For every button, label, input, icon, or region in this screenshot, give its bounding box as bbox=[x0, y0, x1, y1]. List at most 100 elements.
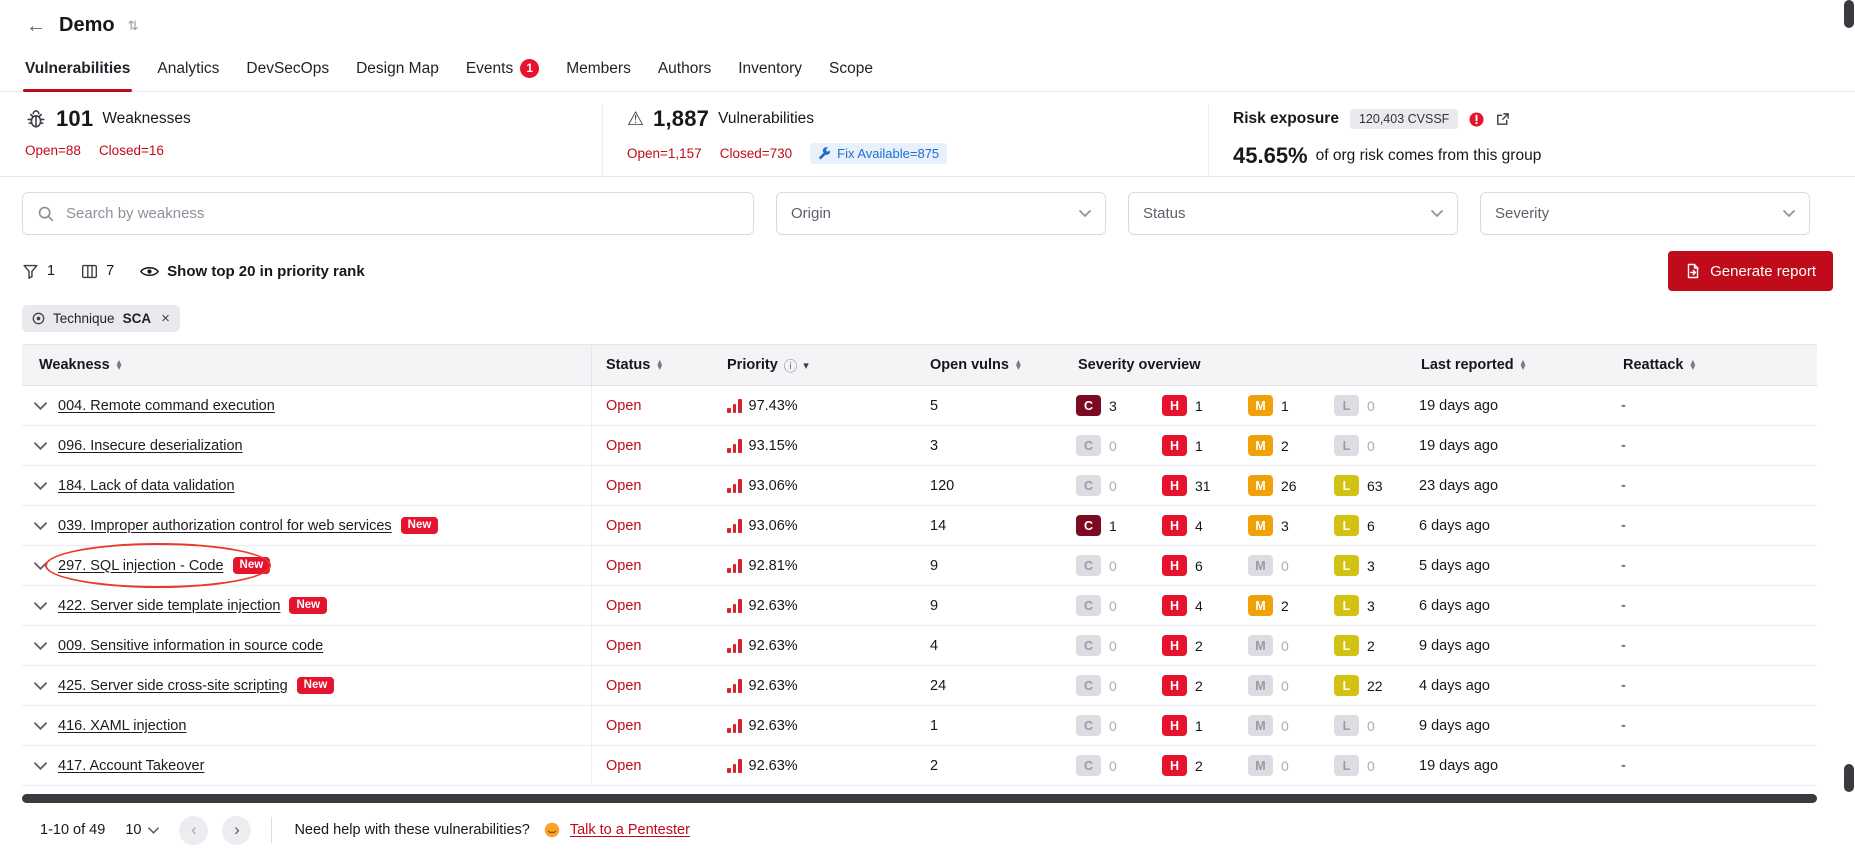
row-expander[interactable] bbox=[22, 466, 58, 505]
weakness-link[interactable]: 297. SQL injection - Code bbox=[58, 558, 224, 574]
weaknesses-label: Weaknesses bbox=[102, 110, 191, 127]
open-vulns-value: 24 bbox=[930, 677, 947, 694]
back-button[interactable]: ← bbox=[26, 16, 46, 36]
row-expander[interactable] bbox=[22, 386, 58, 425]
weakness-cell: 096. Insecure deserialization bbox=[58, 426, 592, 465]
vulnerabilities-label: Vulnerabilities bbox=[718, 110, 815, 127]
severity-cell: C0H6M0L3 bbox=[1076, 555, 1419, 576]
weakness-link[interactable]: 422. Server side template injection bbox=[58, 598, 280, 614]
reattack-value: - bbox=[1621, 637, 1626, 654]
priority-bars-icon bbox=[727, 478, 742, 493]
vertical-scrollbar-thumb[interactable] bbox=[1844, 0, 1854, 28]
row-expander[interactable] bbox=[22, 746, 58, 785]
footer-divider bbox=[271, 817, 273, 843]
tab-inventory[interactable]: Inventory bbox=[738, 46, 802, 91]
column-header-open-vulns[interactable]: Open vulns ▴ ▾ bbox=[928, 345, 1076, 385]
weakness-link[interactable]: 009. Sensitive information in source cod… bbox=[58, 638, 323, 654]
tab-label: Scope bbox=[829, 59, 873, 77]
severity-badge-l: L bbox=[1334, 435, 1359, 456]
show-top-20-toggle[interactable]: Show top 20 in priority rank bbox=[140, 263, 365, 280]
severity-count-c: 0 bbox=[1109, 677, 1117, 694]
previous-page-button[interactable]: ‹ bbox=[179, 815, 209, 845]
search-input[interactable] bbox=[64, 204, 739, 223]
severity-count-m: 3 bbox=[1281, 517, 1289, 534]
row-expander[interactable] bbox=[22, 506, 58, 545]
warning-icon: ⚠ bbox=[627, 108, 645, 130]
severity-count-c: 0 bbox=[1109, 597, 1117, 614]
tab-design-map[interactable]: Design Map bbox=[356, 46, 439, 91]
severity-group-l: L2 bbox=[1334, 635, 1420, 656]
page-size-select[interactable]: 10 bbox=[119, 818, 165, 842]
tab-authors[interactable]: Authors bbox=[658, 46, 711, 91]
fix-available-badge: Fix Available=875 bbox=[810, 143, 948, 164]
row-expander[interactable] bbox=[22, 426, 58, 465]
reattack-value: - bbox=[1621, 557, 1626, 574]
severity-badge-m: M bbox=[1248, 755, 1273, 776]
talk-to-pentester-link[interactable]: Talk to a Pentester bbox=[570, 822, 690, 838]
vertical-scrollbar-thumb[interactable] bbox=[1844, 764, 1854, 792]
priority-cell: 92.63% bbox=[721, 718, 928, 734]
severity-count-m: 2 bbox=[1281, 597, 1289, 614]
info-icon: ⓘ bbox=[783, 359, 798, 374]
column-header-last-reported[interactable]: Last reported ▴ ▾ bbox=[1419, 345, 1621, 385]
severity-count-c: 0 bbox=[1109, 477, 1117, 494]
weakness-link[interactable]: 417. Account Takeover bbox=[58, 758, 204, 774]
weakness-link[interactable]: 425. Server side cross-site scripting bbox=[58, 678, 288, 694]
external-link-icon[interactable] bbox=[1495, 112, 1510, 127]
severity-dropdown[interactable]: Severity bbox=[1480, 192, 1810, 235]
tab-analytics[interactable]: Analytics bbox=[157, 46, 219, 91]
columns-toggle[interactable]: 7 bbox=[81, 263, 114, 280]
column-header-status[interactable]: Status ▴ ▾ bbox=[592, 345, 721, 385]
horizontal-scrollbar-thumb[interactable] bbox=[22, 794, 1817, 803]
bug-icon bbox=[25, 108, 47, 130]
priority-value: 97.43% bbox=[748, 397, 798, 414]
reattack-value: - bbox=[1621, 717, 1626, 734]
group-header: ← Demo ⇅ bbox=[0, 0, 1855, 46]
tab-members[interactable]: Members bbox=[566, 46, 631, 91]
severity-count-l: 22 bbox=[1367, 677, 1383, 694]
chip-close-icon[interactable]: × bbox=[161, 311, 170, 326]
chevron-down-icon bbox=[148, 826, 160, 834]
priority-cell: 92.63% bbox=[721, 598, 928, 614]
tab-scope[interactable]: Scope bbox=[829, 46, 873, 91]
table-body: 004. Remote command execution Open 97.43… bbox=[22, 386, 1817, 786]
weakness-link[interactable]: 184. Lack of data validation bbox=[58, 478, 235, 494]
tab-events[interactable]: Events 1 bbox=[465, 46, 540, 91]
severity-count-c: 0 bbox=[1109, 637, 1117, 654]
search-box[interactable] bbox=[22, 192, 754, 235]
row-expander[interactable] bbox=[22, 626, 58, 665]
tab-vulnerabilities[interactable]: Vulnerabilities bbox=[22, 46, 133, 92]
weakness-cell: 039. Improper authorization control for … bbox=[58, 506, 592, 545]
origin-dropdown[interactable]: Origin bbox=[776, 192, 1106, 235]
column-label: Priority bbox=[727, 357, 778, 373]
next-page-button[interactable]: › bbox=[222, 815, 252, 845]
filters-toggle[interactable]: 1 bbox=[22, 263, 55, 280]
generate-report-button[interactable]: Generate report bbox=[1668, 251, 1833, 291]
severity-group-h: H2 bbox=[1162, 755, 1248, 776]
priority-cell: 93.06% bbox=[721, 478, 928, 494]
priority-cell: 92.63% bbox=[721, 678, 928, 694]
tab-devsecops[interactable]: DevSecOps bbox=[246, 46, 329, 91]
alert-dot-icon bbox=[1469, 112, 1484, 127]
column-header-reattack[interactable]: Reattack ▴ ▾ bbox=[1621, 345, 1817, 385]
group-switcher-icon[interactable]: ⇅ bbox=[128, 18, 139, 34]
column-header-priority[interactable]: Priority ⓘ ▾ bbox=[721, 345, 928, 385]
sort-desc-icon: ▾ bbox=[657, 362, 663, 373]
tab-label: Events bbox=[465, 59, 514, 77]
column-header-weakness[interactable]: Weakness ▴ ▾ bbox=[22, 345, 592, 385]
priority-value: 92.63% bbox=[748, 637, 798, 654]
row-expander[interactable] bbox=[22, 666, 58, 705]
status-dropdown[interactable]: Status bbox=[1128, 192, 1458, 235]
severity-group-c: C3 bbox=[1076, 395, 1162, 416]
weakness-link[interactable]: 004. Remote command execution bbox=[58, 398, 275, 414]
open-vulns-value: 5 bbox=[930, 397, 939, 414]
row-expander[interactable] bbox=[22, 546, 58, 585]
priority-value: 93.06% bbox=[748, 517, 798, 534]
weakness-link[interactable]: 039. Improper authorization control for … bbox=[58, 518, 392, 534]
weakness-link[interactable]: 416. XAML injection bbox=[58, 718, 186, 734]
weakness-link[interactable]: 096. Insecure deserialization bbox=[58, 438, 243, 454]
priority-bars-icon bbox=[727, 518, 742, 533]
row-expander[interactable] bbox=[22, 586, 58, 625]
severity-count-l: 0 bbox=[1367, 437, 1375, 454]
row-expander[interactable] bbox=[22, 706, 58, 745]
